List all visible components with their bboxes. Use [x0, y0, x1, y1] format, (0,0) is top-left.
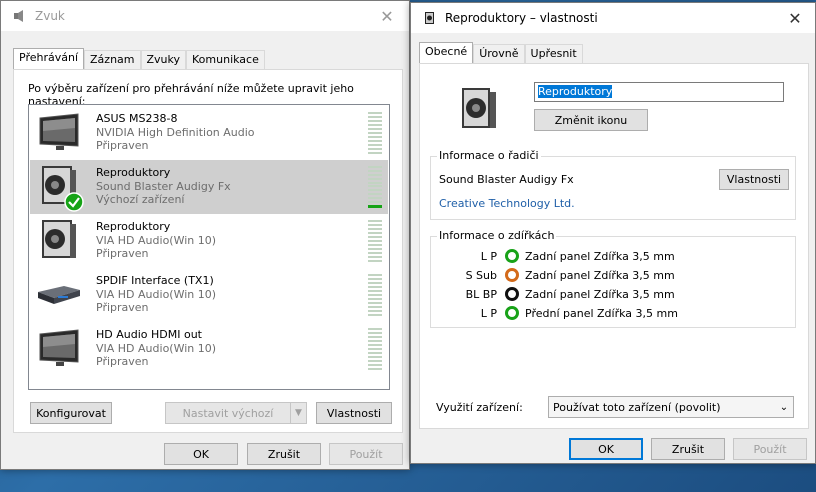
device-name-field[interactable]: Reproduktory: [534, 82, 784, 102]
device-item-speakers-via[interactable]: Reproduktory VIA HD Audio(Win 10) Připra…: [30, 214, 388, 268]
playback-panel: Po výběru zařízení pro přehrávání níže m…: [13, 69, 403, 433]
device-item-hdmi[interactable]: HD Audio HDMI out VIA HD Audio(Win 10) P…: [30, 322, 388, 376]
sound-window-titlebar[interactable]: Zvuk ✕: [1, 1, 409, 31]
device-item-speakers-audigy[interactable]: Reproduktory Sound Blaster Audigy Fx Výc…: [30, 160, 388, 214]
ok-button[interactable]: OK: [164, 443, 238, 465]
jack-green-icon: [505, 306, 519, 320]
speaker-icon: [462, 88, 496, 128]
tab-playback[interactable]: Přehrávání: [13, 48, 85, 70]
device-name: HD Audio HDMI out: [96, 328, 202, 341]
apply-button[interactable]: Použít: [329, 443, 403, 465]
controller-name: Sound Blaster Audigy Fx: [439, 173, 574, 186]
jack-channel: BL BP: [465, 287, 497, 301]
change-icon-button[interactable]: Změnit ikonu: [534, 109, 648, 131]
properties-window: Reproduktory – vlastnosti ✕ Obecné Úrovn…: [410, 2, 816, 464]
sound-tabs: Přehrávání Záznam Zvuky Komunikace: [13, 48, 265, 70]
controller-info-section: Informace o řadiči Sound Blaster Audigy …: [430, 149, 796, 220]
volume-meter: [368, 220, 382, 262]
device-name: SPDIF Interface (TX1): [96, 274, 214, 287]
volume-meter: [368, 112, 382, 154]
apply-button[interactable]: Použít: [733, 438, 807, 460]
device-name-value: Reproduktory: [538, 85, 613, 98]
configure-button[interactable]: Konfigurovat: [30, 402, 112, 424]
ok-button[interactable]: OK: [569, 438, 643, 460]
jack-description: Zadní panel Zdířka 3,5 mm: [525, 249, 675, 263]
device-status: Výchozí zařízení: [96, 193, 185, 206]
device-driver: VIA HD Audio(Win 10): [96, 233, 217, 247]
device-status: Připraven: [96, 247, 149, 260]
controller-properties-button[interactable]: Vlastnosti: [719, 169, 789, 190]
cancel-button[interactable]: Zrušit: [651, 438, 725, 460]
device-driver: Sound Blaster Audigy Fx: [96, 179, 231, 193]
close-icon[interactable]: ✕: [367, 1, 407, 31]
device-usage-value: Používat toto zařízení (povolit): [553, 400, 721, 414]
chevron-down-icon[interactable]: ▼: [290, 403, 306, 423]
sound-window: Zvuk ✕ Přehrávání Záznam Zvuky Komunikac…: [0, 0, 410, 470]
jack-row: S Sub Zadní panel Zdířka 3,5 mm: [431, 268, 675, 282]
jack-info-section: Informace o zdířkách L P Zadní panel Zdí…: [430, 229, 796, 328]
properties-window-titlebar[interactable]: Reproduktory – vlastnosti ✕: [411, 3, 815, 33]
jack-row: L P Zadní panel Zdířka 3,5 mm: [431, 249, 675, 263]
speaker-app-icon: [425, 12, 434, 24]
device-item-spdif[interactable]: SPDIF Interface (TX1) VIA HD Audio(Win 1…: [30, 268, 388, 322]
device-usage-label: Využití zařízení:: [436, 401, 523, 414]
device-status: Připraven: [96, 301, 149, 314]
tab-levels[interactable]: Úrovně: [473, 44, 525, 64]
device-usage-select[interactable]: Používat toto zařízení (povolit) ⌄: [548, 396, 794, 418]
tab-communications[interactable]: Komunikace: [186, 50, 265, 70]
tab-advanced[interactable]: Upřesnit: [524, 44, 583, 64]
volume-meter: [368, 328, 382, 370]
monitor-icon: [39, 329, 79, 366]
device-name: ASUS MS238-8: [96, 112, 178, 125]
jack-channel: L P: [480, 306, 497, 320]
speaker-icon: [42, 220, 76, 258]
tab-recording[interactable]: Záznam: [84, 50, 141, 70]
default-checkmark-icon: [64, 192, 84, 212]
sound-window-title: Zvuk: [35, 9, 65, 23]
general-panel: Reproduktory Změnit ikonu Informace o řa…: [419, 63, 809, 429]
jack-orange-icon: [505, 268, 519, 282]
tab-sounds[interactable]: Zvuky: [140, 50, 187, 70]
jack-black-icon: [505, 287, 519, 301]
volume-meter: [368, 274, 382, 316]
properties-tabs: Obecné Úrovně Upřesnit: [419, 42, 583, 64]
manufacturer-link[interactable]: Creative Technology Ltd.: [439, 197, 575, 210]
device-status: Připraven: [96, 355, 149, 368]
device-item-asus-monitor[interactable]: ASUS MS238-8 NVIDIA High Definition Audi…: [30, 106, 388, 160]
device-driver: VIA HD Audio(Win 10): [96, 341, 217, 355]
volume-meter: [368, 166, 382, 208]
tab-general[interactable]: Obecné: [419, 42, 474, 64]
monitor-icon: [39, 113, 79, 150]
spdif-device-icon: [38, 286, 80, 304]
jack-channel: S Sub: [465, 268, 497, 282]
properties-button[interactable]: Vlastnosti: [316, 402, 392, 424]
device-list[interactable]: ASUS MS238-8 NVIDIA High Definition Audi…: [28, 104, 390, 390]
jack-channel: L P: [480, 249, 497, 263]
jack-description: Zadní panel Zdířka 3,5 mm: [525, 287, 675, 301]
properties-window-title: Reproduktory – vlastnosti: [445, 11, 598, 25]
set-default-button[interactable]: Nastavit výchozí ▼: [165, 402, 307, 424]
device-driver: NVIDIA High Definition Audio: [96, 125, 255, 139]
jack-description: Přední panel Zdířka 3,5 mm: [525, 306, 678, 320]
controller-info-title: Informace o řadiči: [437, 149, 541, 162]
jack-row: BL BP Zadní panel Zdířka 3,5 mm: [431, 287, 675, 301]
cancel-button[interactable]: Zrušit: [247, 443, 321, 465]
device-name: Reproduktory: [96, 166, 171, 179]
jack-row: L P Přední panel Zdířka 3,5 mm: [431, 306, 678, 320]
device-driver: VIA HD Audio(Win 10): [96, 287, 217, 301]
device-name: Reproduktory: [96, 220, 171, 233]
chevron-down-icon: ⌄: [779, 401, 789, 413]
jack-green-icon: [505, 249, 519, 263]
jack-description: Zadní panel Zdířka 3,5 mm: [525, 268, 675, 282]
jack-info-title: Informace o zdířkách: [437, 229, 557, 242]
set-default-label: Nastavit výchozí: [182, 406, 274, 420]
speaker-app-icon: [14, 10, 23, 22]
device-status: Připraven: [96, 139, 149, 152]
close-icon[interactable]: ✕: [775, 3, 815, 33]
